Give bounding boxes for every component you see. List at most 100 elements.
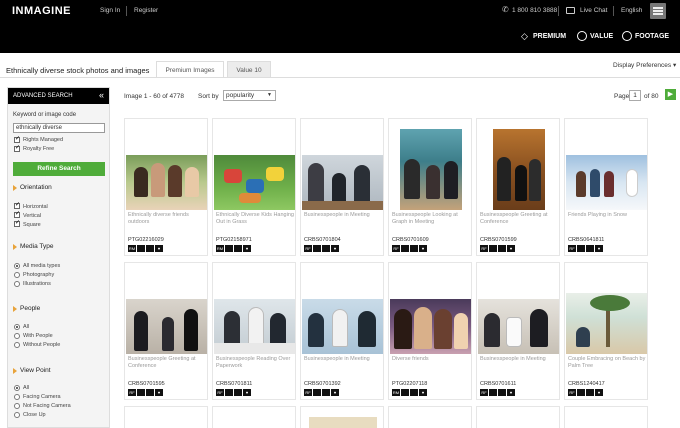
site-logo[interactable]: INMAGINE (12, 5, 71, 17)
cart-icon[interactable] (410, 389, 418, 396)
lightbox-icon[interactable] (225, 389, 233, 396)
image-caption[interactable]: Diverse friends (392, 356, 470, 363)
lightbox-icon[interactable] (137, 389, 145, 396)
image-card[interactable]: Businesspeople Looking at Graph in Meeti… (388, 118, 472, 256)
image-caption[interactable]: Businesspeople in Meeting (304, 212, 382, 219)
image-card[interactable]: Businesspeople Greeting at Conference CR… (124, 262, 208, 400)
heart-icon[interactable]: ♥ (331, 245, 339, 252)
cart-icon[interactable] (234, 245, 242, 252)
cart-icon[interactable] (146, 389, 154, 396)
image-caption[interactable]: Businesspeople Reading Over Paperwork (216, 356, 294, 370)
page-input[interactable]: 1 (629, 90, 641, 101)
viewpoint-all-radio[interactable] (14, 385, 20, 391)
heart-icon[interactable]: ♥ (331, 389, 339, 396)
heart-icon[interactable]: ♥ (155, 389, 163, 396)
live-chat-link[interactable]: Live Chat (580, 7, 607, 14)
image-thumbnail[interactable] (566, 293, 647, 354)
cart-icon[interactable] (586, 389, 594, 396)
heart-icon[interactable]: ♥ (419, 389, 427, 396)
menu-icon[interactable] (650, 3, 666, 19)
image-caption[interactable]: Ethnically Diverse Kids Hanging Out in G… (216, 212, 294, 226)
cart-icon[interactable] (322, 389, 330, 396)
image-caption[interactable]: Businesspeople in Meeting (480, 356, 558, 363)
illustrations-radio[interactable] (14, 281, 20, 287)
language-selector[interactable]: English (621, 7, 642, 14)
image-caption[interactable]: Friends Playing in Snow (568, 212, 646, 219)
image-caption[interactable]: Ethnically diverse friends outdoors (128, 212, 206, 226)
lightbox-icon[interactable] (489, 389, 497, 396)
collapse-icon[interactable]: « (99, 88, 104, 103)
image-caption[interactable]: Businesspeople Greeting at Conference (128, 356, 206, 370)
view-point-title[interactable]: View Point (20, 367, 51, 374)
image-card[interactable]: Friends Playing in Snow CRBS0641811 RF ♥ (564, 118, 648, 256)
image-thumbnail[interactable] (302, 299, 383, 354)
image-card[interactable] (212, 406, 296, 428)
image-card[interactable]: Ethnically diverse friends outdoors PTG0… (124, 118, 208, 256)
tab-value-10[interactable]: Value 10 (227, 61, 271, 78)
image-card[interactable] (300, 406, 384, 428)
people-all-radio[interactable] (14, 324, 20, 330)
heart-icon[interactable]: ♥ (243, 389, 251, 396)
lightbox-icon[interactable] (401, 389, 409, 396)
orientation-title[interactable]: Orientation (20, 184, 52, 191)
heart-icon[interactable]: ♥ (419, 245, 427, 252)
sign-in-link[interactable]: Sign In (100, 7, 120, 14)
heart-icon[interactable]: ♥ (595, 389, 603, 396)
footage-link[interactable]: FOOTAGE (635, 33, 669, 40)
premium-link[interactable]: PREMIUM (533, 33, 566, 40)
image-thumbnail[interactable] (566, 155, 647, 210)
heart-icon[interactable]: ♥ (507, 389, 515, 396)
people-title[interactable]: People (20, 305, 40, 312)
image-thumbnail[interactable] (493, 129, 545, 210)
display-preferences-link[interactable]: Display Preferences ▾ (613, 61, 676, 69)
image-thumbnail[interactable] (302, 155, 383, 210)
image-card[interactable]: Diverse friends PTG02207118 RM ♥ (388, 262, 472, 400)
lightbox-icon[interactable] (401, 245, 409, 252)
photography-radio[interactable] (14, 272, 20, 278)
image-caption[interactable]: Businesspeople Looking at Graph in Meeti… (392, 212, 470, 226)
image-card[interactable] (124, 406, 208, 428)
image-caption[interactable]: Businesspeople Greeting at Conference (480, 212, 558, 226)
lightbox-icon[interactable] (489, 245, 497, 252)
sort-select[interactable]: popularity ▼ (223, 90, 276, 101)
image-card[interactable]: Couple Embracing on Beach by Palm Tree C… (564, 262, 648, 400)
cart-icon[interactable] (234, 389, 242, 396)
cart-icon[interactable] (498, 245, 506, 252)
close-up-radio[interactable] (14, 412, 20, 418)
horizontal-checkbox[interactable] (14, 201, 20, 209)
royalty-free-checkbox[interactable] (14, 144, 20, 152)
refine-search-button[interactable]: Refine Search (13, 162, 105, 176)
image-card[interactable]: Businesspeople in Meeting CRBS0701804 RF… (300, 118, 384, 256)
cart-icon[interactable] (586, 245, 594, 252)
tab-premium-images[interactable]: Premium Images (156, 61, 224, 78)
keyword-input[interactable]: ethnically diverse (13, 123, 105, 133)
image-card[interactable]: Businesspeople in Meeting CRBS0701611 RF… (476, 262, 560, 400)
cart-icon[interactable] (410, 245, 418, 252)
image-thumbnail[interactable] (126, 155, 207, 210)
cart-icon[interactable] (322, 245, 330, 252)
rights-managed-checkbox[interactable] (14, 135, 20, 143)
heart-icon[interactable]: ♥ (155, 245, 163, 252)
register-link[interactable]: Register (134, 7, 158, 14)
lightbox-icon[interactable] (577, 389, 585, 396)
not-facing-camera-radio[interactable] (14, 403, 20, 409)
heart-icon[interactable]: ♥ (507, 245, 515, 252)
image-thumbnail[interactable] (390, 299, 471, 354)
lightbox-icon[interactable] (577, 245, 585, 252)
image-card[interactable] (564, 406, 648, 428)
facing-camera-radio[interactable] (14, 394, 20, 400)
heart-icon[interactable]: ♥ (243, 245, 251, 252)
image-card[interactable]: Businesspeople Reading Over Paperwork CR… (212, 262, 296, 400)
image-card[interactable]: Businesspeople in Meeting CRBS0701392 RF… (300, 262, 384, 400)
lightbox-icon[interactable] (225, 245, 233, 252)
lightbox-icon[interactable] (313, 389, 321, 396)
cart-icon[interactable] (498, 389, 506, 396)
image-thumbnail[interactable] (214, 155, 295, 210)
next-page-button[interactable]: ▶ (665, 89, 676, 100)
image-thumbnail[interactable] (478, 299, 559, 354)
vertical-checkbox[interactable] (14, 210, 20, 218)
image-thumbnail[interactable] (126, 299, 207, 354)
image-card[interactable] (476, 406, 560, 428)
cart-icon[interactable] (146, 245, 154, 252)
with-people-radio[interactable] (14, 333, 20, 339)
